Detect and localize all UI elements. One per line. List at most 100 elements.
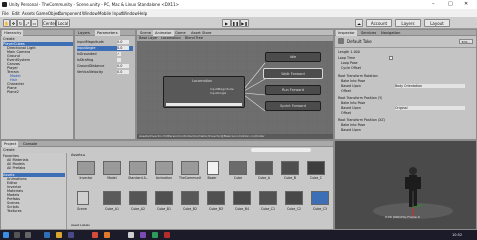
folder-icon[interactable] [155, 161, 173, 175]
param-row[interactable]: InputMagnitude 0.0 [77, 40, 133, 45]
material-thumbnail[interactable] [285, 191, 303, 205]
param-row[interactable]: InputAngle 0.0 [77, 46, 133, 51]
model-thumbnail[interactable] [229, 161, 247, 175]
param-value[interactable]: 0.0 [117, 64, 129, 68]
model-thumbnail[interactable] [255, 161, 273, 175]
maximize-button[interactable]: □ [448, 1, 453, 7]
param-row[interactable]: IsGrounded ✓ [77, 52, 133, 57]
windows-start-icon[interactable] [3, 232, 9, 238]
material-thumbnail[interactable] [207, 191, 225, 205]
tree-item[interactable]: Textures [7, 209, 22, 213]
layers-dropdown[interactable]: Layers [395, 19, 421, 27]
file-explorer-icon[interactable] [56, 232, 62, 238]
app-icon[interactable] [140, 232, 146, 238]
hand-tool-button[interactable]: ✋ [3, 19, 10, 27]
unity-taskbar-icon[interactable] [128, 232, 134, 238]
based-upon-dropdown[interactable]: Original [395, 106, 465, 110]
layout-dropdown[interactable]: Layout [424, 19, 450, 27]
inspector-row: Length 1.000 [338, 50, 360, 54]
tab-parameters[interactable]: Parameters [95, 30, 120, 36]
folder-icon[interactable] [103, 161, 121, 175]
menu-assets[interactable]: Assets [22, 11, 35, 16]
firefox-icon[interactable] [104, 232, 110, 238]
play-button[interactable]: ▶ [222, 19, 231, 27]
param-row[interactable]: VerticalVelocity 0.0 [77, 70, 133, 75]
hierarchy-create-button[interactable]: Create [3, 37, 15, 41]
based-upon-dropdown[interactable]: Body Orientation [395, 84, 465, 88]
rect-tool-button[interactable]: ▭ [31, 19, 38, 27]
folder-icon[interactable] [129, 161, 147, 175]
param-row[interactable]: IsStrafing [77, 58, 133, 63]
tree-item[interactable]: All Prefabs [7, 166, 25, 170]
menu-window[interactable]: Window [82, 11, 98, 16]
pause-button[interactable]: ❚❚ [231, 19, 240, 27]
tab-console[interactable]: Console [21, 141, 39, 147]
folder-icon[interactable] [181, 161, 199, 175]
menu-file[interactable]: File [2, 11, 9, 16]
inspector-tabbar: Inspector Services Navigation [335, 30, 476, 36]
tab-project[interactable]: Project [2, 141, 19, 147]
scene-icon[interactable] [77, 191, 89, 205]
scale-tool-button[interactable]: ⤢ [24, 19, 31, 27]
param-checkbox[interactable] [117, 58, 121, 62]
state-node-sprint[interactable]: Sprint Forward [265, 101, 321, 111]
pivot-button[interactable]: Center [42, 19, 56, 27]
locomotion-crumb[interactable]: Locomotion [161, 36, 181, 40]
param-row[interactable]: GroundDistance 0.0 [77, 64, 133, 69]
material-thumbnail[interactable] [129, 191, 147, 205]
chrome-icon[interactable] [92, 232, 98, 238]
tab-navigation[interactable]: Navigation [379, 30, 402, 36]
store-icon[interactable] [68, 232, 74, 238]
app-icon[interactable] [152, 232, 158, 238]
space-button[interactable]: Local [56, 19, 70, 27]
project-breadcrumb[interactable]: Assets ▸ [71, 153, 85, 157]
material-thumbnail-selected[interactable] [311, 191, 329, 205]
material-thumbnail[interactable] [259, 191, 277, 205]
edge-icon[interactable] [44, 232, 50, 238]
state-node-idle[interactable]: Idle [265, 52, 321, 62]
app-icon[interactable] [164, 232, 170, 238]
param-checkbox[interactable]: ✓ [117, 52, 121, 56]
blend-tree-crumb[interactable]: Blend Tree [185, 36, 203, 40]
menu-edit[interactable]: Edit [12, 11, 20, 16]
model-thumbnail[interactable] [281, 161, 299, 175]
state-node-run[interactable]: Run Forward [265, 85, 321, 95]
step-button[interactable]: ▶❚ [240, 19, 249, 27]
material-thumbnail[interactable] [233, 191, 251, 205]
task-view-icon[interactable] [25, 232, 31, 238]
menu-component[interactable]: Component [58, 11, 81, 16]
close-button[interactable]: ✕ [464, 1, 468, 7]
move-tool-button[interactable]: ✥ [10, 19, 17, 27]
hierarchy-item[interactable]: Plane2 [7, 90, 19, 94]
node-title: Locomotion [192, 79, 213, 83]
account-dropdown[interactable]: Account [366, 19, 392, 27]
tab-layers[interactable]: Layers [76, 30, 92, 36]
material-thumbnail[interactable] [155, 191, 173, 205]
menu-mobile-input[interactable]: Mobile Input [98, 11, 123, 16]
folder-icon[interactable] [77, 161, 95, 175]
project-create-button[interactable]: Create [3, 148, 15, 152]
model-thumbnail[interactable] [307, 161, 325, 175]
minimize-button[interactable]: – [432, 1, 435, 7]
param-value[interactable]: 0.0 [117, 70, 129, 74]
menu-help[interactable]: Help [138, 11, 147, 16]
blend-slider[interactable] [166, 103, 242, 106]
tab-hierarchy[interactable]: Hierarchy [2, 30, 24, 36]
rotate-tool-button[interactable]: ↻ [17, 19, 24, 27]
cloud-icon[interactable]: ☁ [355, 19, 363, 27]
material-thumbnail[interactable] [103, 191, 121, 205]
state-node-walk[interactable]: Walk Forward [263, 68, 323, 79]
search-icon[interactable] [14, 232, 20, 238]
blend-tree-node[interactable]: Locomotion InputMagnitude InputAngle [163, 76, 245, 108]
param-value[interactable]: 0.0 [117, 40, 129, 44]
tab-inspector[interactable]: Inspector [336, 30, 357, 36]
loop-time-checkbox[interactable] [389, 56, 393, 60]
edit-button[interactable]: Edit... [459, 39, 473, 44]
material-thumbnail[interactable] [181, 191, 199, 205]
base-layer-crumb[interactable]: Base Layer [139, 36, 158, 40]
param-value[interactable]: 0.0 [117, 46, 129, 50]
project-search-input[interactable] [251, 148, 311, 152]
menu-window-2[interactable]: Window [122, 11, 138, 16]
tab-services[interactable]: Services [359, 30, 378, 36]
file-icon[interactable] [207, 161, 219, 175]
